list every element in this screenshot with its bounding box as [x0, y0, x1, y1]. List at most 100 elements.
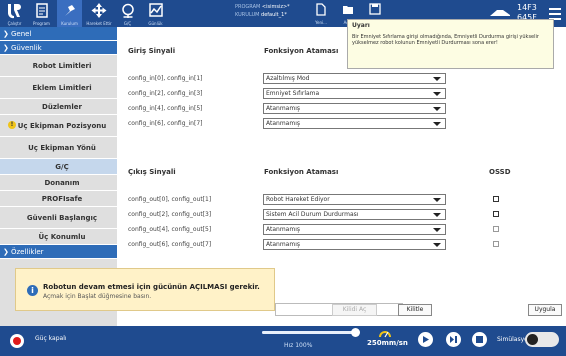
sidebar-item-label: Düzlemler	[42, 102, 82, 111]
dropdown-arrow-icon	[433, 107, 441, 111]
play-button[interactable]	[418, 332, 433, 347]
select-value: Sistem Acil Durum Durdurması	[266, 211, 359, 218]
sidebar-guvenlik-label: Güvenlik	[11, 44, 42, 52]
output-function-select[interactable]: Atanmamış	[263, 239, 446, 250]
tooltip-body: Bir Emniyet Sıfırlama girişi olmadığında…	[352, 34, 539, 46]
speedometer-icon	[379, 331, 391, 338]
ossd-checkbox[interactable]	[493, 226, 499, 232]
sidebar-item-robot-limits[interactable]: Robot Limitleri	[0, 55, 117, 77]
sidebar-item-joint-limits[interactable]: Eklem Limitleri	[0, 77, 117, 99]
input-function-header: Fonksiyon Ataması	[264, 47, 339, 55]
speed-slider-fill	[262, 331, 356, 334]
move-tab[interactable]: Hareket Ettir	[85, 0, 113, 27]
input-signal-label: config_in[0], config_in[1]	[128, 75, 203, 82]
program-icon	[35, 3, 48, 18]
select-value: Atanmamış	[266, 120, 300, 127]
sidebar-item-three-position[interactable]: Üç Konumlu	[0, 229, 117, 245]
output-signal-label: config_out[2], config_out[3]	[128, 211, 212, 218]
speed-slider-knob[interactable]	[351, 328, 360, 337]
sidebar-item-safe-home[interactable]: Güvenli Başlangıç	[0, 207, 117, 229]
select-value: Emniyet Sıfırlama	[266, 90, 320, 97]
unlock-button[interactable]: Kilidi Aç	[332, 304, 377, 316]
sidebar-item-label: Uç Ekipman Pozisyonu	[17, 121, 107, 130]
io-tab-label: G/Ç	[123, 21, 132, 26]
select-value: Atanmamış	[266, 105, 300, 112]
install-label: KURULUM	[235, 12, 260, 18]
sidebar-item-label: PROFIsafe	[41, 194, 83, 203]
sidebar-item-profisafe[interactable]: PROFIsafe	[0, 191, 117, 207]
apply-button[interactable]: Uygula	[528, 304, 562, 316]
input-signal-header: Giriş Sinyali	[128, 47, 176, 55]
sidebar-item-label: Robot Limitleri	[32, 61, 92, 70]
select-value: Azaltılmış Mod	[266, 75, 310, 82]
new-file-icon	[316, 3, 326, 16]
step-icon	[450, 336, 457, 343]
output-function-header: Fonksiyon Ataması	[264, 168, 339, 176]
bottom-bar: Güç kapalı Hız 100% 250mm/sn Simülasyon	[0, 326, 566, 356]
new-button[interactable]: Yeni...	[312, 3, 330, 25]
run-tab[interactable]: Çalıştır	[2, 0, 27, 27]
notification-title: Robotun devam etmesi için gücünün AÇILMA…	[43, 283, 260, 291]
power-button[interactable]	[10, 334, 24, 348]
program-tab[interactable]: Program	[29, 0, 54, 27]
sidebar-item-label: Eklem Limitleri	[32, 83, 92, 92]
installation-tab[interactable]: Kurulum	[57, 0, 82, 27]
log-icon	[148, 3, 163, 17]
input-function-select[interactable]: Atanmamış	[263, 118, 446, 129]
sidebar-guvenlik[interactable]: ❯ Güvenlik	[0, 41, 117, 55]
select-value: Atanmamış	[266, 241, 300, 248]
input-function-select[interactable]: Atanmamış	[263, 103, 446, 114]
sidebar-ozellikler[interactable]: ❯ Özellikler	[0, 245, 117, 259]
input-signal-label: config_in[2], config_in[3]	[128, 90, 203, 97]
sidebar-item-label: Donanım	[44, 178, 80, 187]
sidebar-item-label: Uç Ekipman Yönü	[28, 143, 96, 152]
select-value: Robot Hareket Ediyor	[266, 196, 330, 203]
dropdown-arrow-icon	[433, 228, 441, 232]
sidebar-genel[interactable]: ❯ Genel	[0, 27, 117, 41]
robot-connection-icon	[490, 10, 510, 16]
output-function-select[interactable]: Sistem Acil Durum Durdurması	[263, 209, 446, 220]
program-info: PROGRAM <isimsiz>* KURULUM default_1*	[235, 3, 290, 19]
move-icon	[91, 3, 107, 18]
output-signal-label: config_out[6], config_out[7]	[128, 241, 212, 248]
sidebar-item-io[interactable]: G/Ç	[0, 159, 117, 175]
simulation-toggle[interactable]	[525, 332, 559, 347]
lock-button[interactable]: Kilitle	[398, 304, 432, 316]
chevron-right-icon: ❯	[3, 30, 9, 38]
program-label: PROGRAM	[235, 4, 261, 10]
info-icon: i	[27, 285, 38, 296]
sidebar-item-tool-position[interactable]: ! Uç Ekipman Pozisyonu	[0, 115, 117, 137]
dropdown-arrow-icon	[433, 243, 441, 247]
ossd-header: OSSD	[489, 168, 511, 176]
sidebar-item-label: Güvenli Başlangıç	[26, 213, 98, 222]
run-tab-label: Çalıştır	[7, 21, 22, 26]
speed-slider[interactable]	[262, 328, 360, 337]
stop-button[interactable]	[472, 332, 487, 347]
sidebar-item-hardware[interactable]: Donanım	[0, 175, 117, 191]
input-function-select[interactable]: Emniyet Sıfırlama	[263, 88, 446, 99]
ossd-checkbox[interactable]	[493, 196, 499, 202]
log-tab[interactable]: Günlük	[143, 0, 168, 27]
power-notification: i Robotun devam etmesi için gücünün AÇIL…	[15, 268, 275, 311]
speed-label: Hız 100%	[284, 342, 313, 349]
program-value: <isimsiz>*	[261, 4, 290, 10]
output-function-select[interactable]: Robot Hareket Ediyor	[263, 194, 446, 205]
io-tab[interactable]: G/Ç	[115, 0, 140, 27]
sidebar-item-planes[interactable]: Düzlemler	[0, 99, 117, 115]
output-signal-label: config_out[0], config_out[1]	[128, 196, 212, 203]
play-icon	[423, 336, 429, 343]
installation-tab-label: Kurulum	[61, 21, 78, 26]
move-tab-label: Hareket Ettir	[86, 21, 112, 26]
ossd-checkbox[interactable]	[493, 211, 499, 217]
notification-subtitle: Açmak için Başlat düğmesine basın.	[43, 293, 152, 300]
sidebar-item-tool-direction[interactable]: Uç Ekipman Yönü	[0, 137, 117, 159]
dropdown-arrow-icon	[433, 92, 441, 96]
ossd-checkbox[interactable]	[493, 241, 499, 247]
warning-icon: !	[8, 121, 16, 129]
input-function-select[interactable]: Azaltılmış Mod	[263, 73, 446, 84]
input-signal-label: config_in[4], config_in[5]	[128, 105, 203, 112]
input-signal-label: config_in[6], config_in[7]	[128, 120, 203, 127]
stop-icon	[476, 336, 483, 343]
output-function-select[interactable]: Atanmamış	[263, 224, 446, 235]
step-button[interactable]	[446, 332, 461, 347]
